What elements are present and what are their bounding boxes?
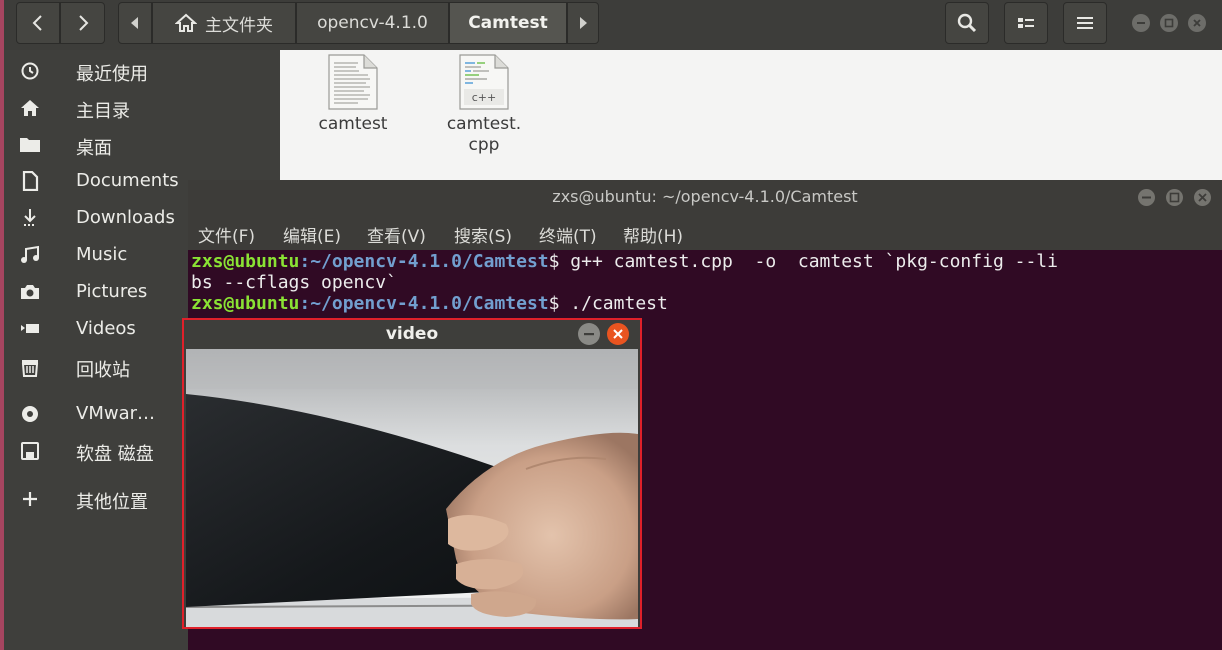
breadcrumb-camtest[interactable]: Camtest <box>449 2 567 44</box>
terminal-minimize-button[interactable] <box>1138 189 1155 206</box>
command-text: $ g++ camtest.cpp -o camtest `pkg-config… <box>548 251 1058 272</box>
text-file-icon <box>328 54 378 110</box>
terminal-line: zxs@ubuntu:~/opencv-4.1.0/Camtest$ g++ c… <box>191 251 1219 272</box>
sidebar-item-label: Pictures <box>76 281 148 302</box>
plus-icon <box>23 492 37 506</box>
file-name: camtest. cpp <box>446 114 522 155</box>
sidebar-item-desktop[interactable]: 桌面 <box>0 127 280 163</box>
menu-button[interactable] <box>1063 2 1107 44</box>
maximize-icon <box>1164 18 1174 28</box>
menu-help[interactable]: 帮助(H) <box>623 222 683 247</box>
close-icon <box>613 329 623 339</box>
list-view-icon <box>1018 18 1034 28</box>
camera-image <box>186 349 638 627</box>
prompt-user: zxs@ubuntu <box>191 251 300 272</box>
hamburger-icon <box>1077 17 1093 29</box>
breadcrumb-label: Camtest <box>468 13 548 33</box>
terminal-close-button[interactable] <box>1194 189 1211 206</box>
prompt-user: zxs@ubuntu <box>191 293 300 314</box>
terminal-maximize-button[interactable] <box>1166 189 1183 206</box>
desktop-edge <box>0 0 4 650</box>
sidebar-item-label: 最近使用 <box>76 64 148 85</box>
terminal-titlebar[interactable]: zxs@ubuntu: ~/opencv-4.1.0/Camtest <box>188 180 1222 214</box>
file-manager-headerbar: 主文件夹 opencv-4.1.0 Camtest <box>0 0 1222 50</box>
menu-edit[interactable]: 编辑(E) <box>283 222 341 247</box>
breadcrumb-label: 主文件夹 <box>205 15 273 36</box>
close-icon <box>1193 19 1201 27</box>
sidebar-item-label: Music <box>76 244 128 265</box>
breadcrumb-scroll-right[interactable] <box>567 2 599 44</box>
sidebar-item-label: 软盘 磁盘 <box>76 444 154 465</box>
maximize-icon <box>1169 192 1180 203</box>
menu-search[interactable]: 搜索(S) <box>454 222 512 247</box>
sidebar-item-label: VMwar… <box>76 403 155 424</box>
terminal-title: zxs@ubuntu: ~/opencv-4.1.0/Camtest <box>552 187 858 206</box>
video-title: video <box>385 324 439 344</box>
breadcrumb-home[interactable]: 主文件夹 <box>152 2 296 44</box>
sidebar-item-label: Videos <box>76 318 136 339</box>
clock-icon <box>21 62 39 80</box>
command-text: bs --cflags opencv` <box>191 272 397 293</box>
video-icon <box>21 324 39 333</box>
download-icon <box>24 209 36 226</box>
cpp-file-icon: c++ <box>459 54 509 110</box>
home-icon <box>21 100 39 116</box>
search-button[interactable] <box>945 2 989 44</box>
maximize-button[interactable] <box>1160 14 1178 32</box>
minimize-button[interactable] <box>1132 14 1150 32</box>
folder-icon <box>20 138 40 152</box>
sidebar-item-label: Documents <box>76 170 179 191</box>
file-item-camtest-cpp[interactable]: c++ camtest. cpp <box>434 54 534 156</box>
terminal-output[interactable]: zxs@ubuntu:~/opencv-4.1.0/Camtest$ g++ c… <box>191 251 1219 314</box>
prompt-path: :~/opencv-4.1.0/Camtest <box>299 293 549 314</box>
sidebar-item-recent[interactable]: 最近使用 <box>0 53 280 89</box>
video-window: video <box>182 318 642 629</box>
disc-icon <box>22 406 38 422</box>
cpp-badge: c++ <box>471 91 497 104</box>
breadcrumb-label: opencv-4.1.0 <box>317 13 428 33</box>
sidebar-item-label: 主目录 <box>76 101 130 122</box>
video-minimize-button[interactable] <box>578 323 600 345</box>
menu-view[interactable]: 查看(V) <box>367 222 426 247</box>
sidebar-item-label: 其他位置 <box>76 492 148 513</box>
triangle-left-icon <box>131 17 138 29</box>
terminal-menubar: 文件(F) 编辑(E) 查看(V) 搜索(S) 终端(T) 帮助(H) <box>188 214 1222 250</box>
camera-frame <box>186 349 638 627</box>
document-icon <box>22 171 39 191</box>
sidebar-item-home[interactable]: 主目录 <box>0 90 280 126</box>
video-close-button[interactable] <box>607 323 629 345</box>
close-button[interactable] <box>1188 14 1206 32</box>
breadcrumb-scroll-left[interactable] <box>118 2 152 44</box>
minimize-icon <box>584 333 594 336</box>
music-icon <box>21 245 39 263</box>
file-item-camtest[interactable]: camtest <box>303 54 403 135</box>
search-icon <box>957 13 977 33</box>
file-name: camtest <box>318 114 388 134</box>
home-icon <box>175 13 197 32</box>
minimize-icon <box>1142 196 1151 199</box>
minimize-icon <box>1137 22 1145 24</box>
prompt-path: :~/opencv-4.1.0/Camtest <box>299 251 549 272</box>
sidebar-item-label: Downloads <box>76 207 175 228</box>
sidebar-item-label: 回收站 <box>76 360 130 381</box>
close-icon <box>1198 193 1207 202</box>
breadcrumb-opencv[interactable]: opencv-4.1.0 <box>296 2 449 44</box>
video-titlebar[interactable]: video <box>184 320 640 348</box>
file-view: camtest c++ camtest. cpp <box>280 50 1222 185</box>
terminal-line: zxs@ubuntu:~/opencv-4.1.0/Camtest$ ./cam… <box>191 293 1219 314</box>
chevron-left-icon <box>32 15 42 31</box>
trash-icon <box>21 360 39 377</box>
menu-file[interactable]: 文件(F) <box>198 222 255 247</box>
chevron-right-icon <box>78 15 88 31</box>
menu-terminal[interactable]: 终端(T) <box>539 222 597 247</box>
terminal-line: bs --cflags opencv` <box>191 272 1219 293</box>
back-button[interactable] <box>16 2 60 44</box>
triangle-right-icon <box>580 17 587 29</box>
sidebar-item-label: 桌面 <box>76 138 112 159</box>
forward-button[interactable] <box>60 2 105 44</box>
floppy-icon <box>21 442 39 460</box>
view-toggle-button[interactable] <box>1004 2 1048 44</box>
camera-icon <box>21 285 39 299</box>
command-text: $ ./camtest <box>548 293 668 314</box>
